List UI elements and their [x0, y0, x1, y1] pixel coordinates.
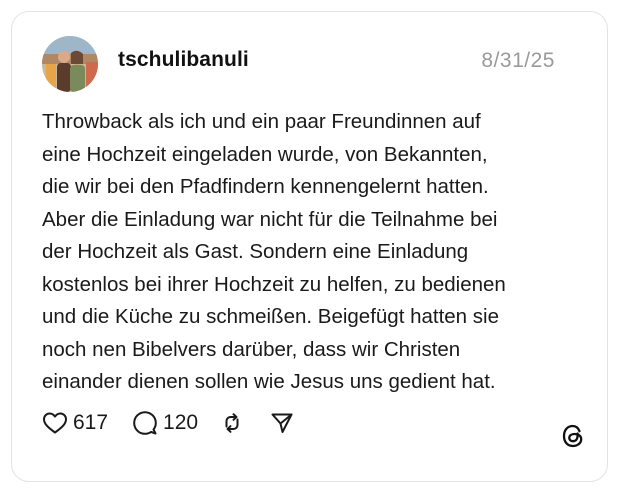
share-icon [270, 411, 294, 435]
post-text-line: der Hochzeit als Gast. Sondern eine Einl… [42, 240, 469, 263]
username[interactable]: tschulibanuli [118, 48, 249, 72]
repost-icon [220, 411, 244, 435]
post-text-line: Aber die Einladung war nicht für die Tei… [42, 207, 498, 231]
avatar[interactable] [42, 36, 98, 92]
post-text: Throwback als ich und ein paar Freundinn… [42, 106, 587, 399]
post-card: tschulibanuli 8/31/25 Throwback als ich … [11, 11, 608, 482]
post-text-line: eine Hochzeit eingeladen wurde, von Beka… [42, 142, 488, 166]
post-text-line: Throwback als ich und ein paar Freundinn… [42, 110, 481, 133]
post-text-line: die wir bei den Pfadfindern kennengelern… [42, 175, 489, 198]
heart-icon [42, 411, 68, 435]
like-button[interactable]: 617 [42, 411, 108, 435]
reply-count: 120 [163, 411, 199, 434]
like-count: 617 [73, 411, 109, 434]
post-text-line: und die Küche zu schmeißen. Beigefügt ha… [42, 305, 499, 328]
threads-logo-icon[interactable] [559, 422, 587, 450]
post-text-line: einander dienen sollen wie Jesus uns ged… [42, 370, 496, 393]
share-button[interactable] [270, 411, 294, 435]
repost-button[interactable] [220, 411, 244, 435]
reply-button[interactable]: 120 [132, 410, 198, 436]
post-date: 8/31/25 [481, 49, 555, 72]
action-bar: 617 120 [42, 410, 294, 436]
comment-icon [132, 410, 158, 436]
post-text-line: kostenlos bei ihrer Hochzeit zu helfen, … [42, 272, 506, 296]
post-text-line: noch nen Bibelvers darüber, dass wir Chr… [42, 337, 461, 361]
